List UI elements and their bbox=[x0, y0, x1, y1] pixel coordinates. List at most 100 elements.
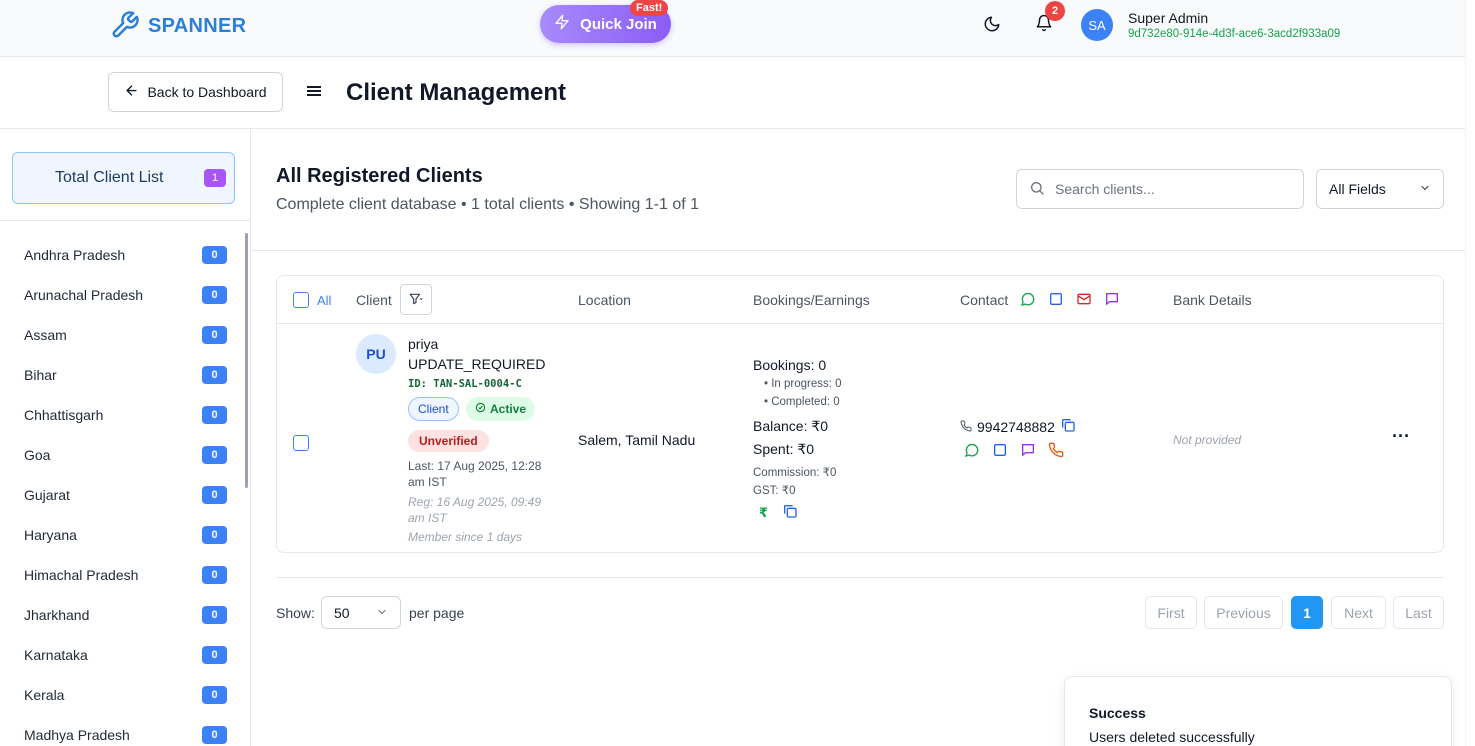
state-list: Andhra Pradesh 0 Arunachal Pradesh 0 Assam… bbox=[0, 235, 245, 746]
state-count-badge: 0 bbox=[202, 486, 227, 504]
footer-divider bbox=[276, 577, 1444, 578]
mail-icon[interactable] bbox=[1076, 291, 1092, 310]
state-name: Arunachal Pradesh bbox=[24, 287, 144, 303]
state-item-jharkhand[interactable]: Jharkhand 0 bbox=[0, 595, 245, 635]
user-avatar[interactable]: SA bbox=[1081, 9, 1113, 41]
clients-table: All Client Location Bookings/Earnings Co… bbox=[276, 275, 1444, 553]
previous-page-button[interactable]: Previous bbox=[1204, 596, 1283, 629]
field-filter-value: All Fields bbox=[1329, 181, 1386, 197]
copy-phone-icon[interactable] bbox=[1060, 417, 1076, 436]
success-toast[interactable]: Success Users deleted successfully bbox=[1064, 676, 1452, 746]
per-page-label: per page bbox=[409, 605, 465, 621]
section-title: All Registered Clients bbox=[276, 165, 483, 187]
search-box[interactable] bbox=[1016, 169, 1304, 209]
top-bar: SPANNER Quick Join Fast! 2 SA Super Admi… bbox=[0, 0, 1465, 57]
state-item-karnataka[interactable]: Karnataka 0 bbox=[0, 635, 245, 675]
state-item-haryana[interactable]: Haryana 0 bbox=[0, 515, 245, 555]
square-icon[interactable] bbox=[1048, 291, 1064, 310]
user-id: 9d732e80-914e-4d3f-ace6-3acd2f933a09 bbox=[1128, 28, 1341, 40]
column-header-location: Location bbox=[578, 292, 631, 308]
last-page-button[interactable]: Last bbox=[1393, 596, 1444, 629]
state-name: Chhattisgarh bbox=[24, 407, 104, 423]
total-client-list-button[interactable]: Total Client List 1 bbox=[12, 152, 235, 204]
call-icon[interactable] bbox=[1048, 442, 1064, 461]
phone-number: 9942748882 bbox=[977, 418, 1055, 435]
state-count-badge: 0 bbox=[202, 286, 227, 304]
state-count-badge: 0 bbox=[202, 686, 227, 704]
whatsapp-icon[interactable] bbox=[964, 442, 980, 461]
spent: Spent: ₹0 bbox=[753, 441, 815, 457]
back-button-label: Back to Dashboard bbox=[147, 84, 267, 100]
search-input[interactable] bbox=[1055, 181, 1285, 197]
contact-action-icons bbox=[964, 442, 1064, 461]
wrench-icon bbox=[110, 10, 140, 43]
app-logo[interactable]: SPANNER bbox=[110, 10, 246, 43]
client-status: UPDATE_REQUIRED bbox=[408, 356, 546, 372]
whatsapp-icon[interactable] bbox=[1020, 291, 1036, 310]
toast-title: Success bbox=[1089, 705, 1146, 721]
balance: Balance: ₹0 bbox=[753, 418, 829, 434]
bank-details: Not provided bbox=[1173, 433, 1242, 447]
state-item-chhattisgarh[interactable]: Chhattisgarh 0 bbox=[0, 395, 245, 435]
message-icon[interactable] bbox=[1020, 442, 1036, 461]
column-header-contact: Contact bbox=[960, 292, 1009, 308]
active-status-label: Active bbox=[490, 402, 527, 416]
state-name: Madhya Pradesh bbox=[24, 727, 130, 743]
client-filter-button[interactable] bbox=[400, 284, 432, 315]
state-count-badge: 0 bbox=[202, 366, 227, 384]
sidebar-scrollbar[interactable] bbox=[245, 233, 248, 488]
select-all-label: All bbox=[317, 293, 332, 308]
next-page-button[interactable]: Next bbox=[1331, 596, 1386, 629]
row-more-options-button[interactable]: ··· bbox=[1391, 426, 1411, 446]
select-all-checkbox[interactable] bbox=[293, 292, 309, 308]
copy-icon[interactable] bbox=[782, 503, 798, 522]
search-icon bbox=[1029, 180, 1045, 199]
hamburger-menu-icon[interactable] bbox=[307, 84, 322, 101]
state-item-gujarat[interactable]: Gujarat 0 bbox=[0, 475, 245, 515]
state-name: Assam bbox=[24, 327, 67, 343]
state-count-badge: 0 bbox=[202, 726, 227, 744]
state-item-madhya-pradesh[interactable]: Madhya Pradesh 0 bbox=[0, 715, 245, 746]
filter-icon bbox=[409, 292, 423, 308]
state-item-himachal-pradesh[interactable]: Himachal Pradesh 0 bbox=[0, 555, 245, 595]
state-item-kerala[interactable]: Kerala 0 bbox=[0, 675, 245, 715]
first-page-button[interactable]: First bbox=[1145, 596, 1197, 629]
rupee-icon[interactable]: ₹ bbox=[759, 505, 768, 521]
row-checkbox[interactable] bbox=[293, 435, 309, 451]
arrow-left-icon bbox=[124, 83, 139, 101]
state-item-andhra-pradesh[interactable]: Andhra Pradesh 0 bbox=[0, 235, 245, 275]
state-item-arunachal-pradesh[interactable]: Arunachal Pradesh 0 bbox=[0, 275, 245, 315]
phone-icon bbox=[960, 419, 972, 435]
state-count-badge: 0 bbox=[202, 526, 227, 544]
table-header: All Client Location Bookings/Earnings Co… bbox=[277, 276, 1443, 324]
state-count-badge: 0 bbox=[202, 406, 227, 424]
field-filter-select[interactable]: All Fields bbox=[1316, 169, 1444, 209]
column-header-bookings: Bookings/Earnings bbox=[753, 292, 870, 308]
client-location: Salem, Tamil Nadu bbox=[578, 432, 696, 448]
page-scrollbar[interactable] bbox=[1465, 0, 1475, 746]
sidebar: Total Client List 1 Andhra Pradesh 0 Arun… bbox=[0, 129, 251, 746]
state-name: Jharkhand bbox=[24, 607, 90, 623]
theme-toggle-moon-icon[interactable] bbox=[983, 15, 1001, 36]
page-1-button[interactable]: 1 bbox=[1291, 596, 1323, 629]
state-item-assam[interactable]: Assam 0 bbox=[0, 315, 245, 355]
square-icon[interactable] bbox=[992, 442, 1008, 461]
state-name: Bihar bbox=[24, 367, 57, 383]
member-since: Member since 1 days bbox=[408, 530, 523, 544]
message-icon[interactable] bbox=[1104, 291, 1120, 310]
phone-row: 9942748882 bbox=[960, 417, 1076, 436]
column-header-client: Client bbox=[356, 292, 392, 308]
state-item-goa[interactable]: Goa 0 bbox=[0, 435, 245, 475]
toast-message: Users deleted successfully bbox=[1089, 729, 1255, 745]
notification-count-badge: 2 bbox=[1045, 1, 1065, 21]
state-item-bihar[interactable]: Bihar 0 bbox=[0, 355, 245, 395]
registration-date: Reg: 16 Aug 2025, 09:49 am IST bbox=[408, 495, 541, 525]
per-page-select[interactable]: 50 bbox=[321, 596, 401, 629]
fast-badge: Fast! bbox=[630, 0, 669, 16]
earnings-actions: ₹ bbox=[759, 503, 798, 522]
bookings-completed: • Completed: 0 bbox=[764, 396, 840, 408]
client-id: ID: TAN-SAL-0004-C bbox=[408, 378, 522, 390]
show-label: Show: bbox=[276, 605, 315, 621]
state-name: Haryana bbox=[24, 527, 77, 543]
back-to-dashboard-button[interactable]: Back to Dashboard bbox=[108, 72, 283, 112]
